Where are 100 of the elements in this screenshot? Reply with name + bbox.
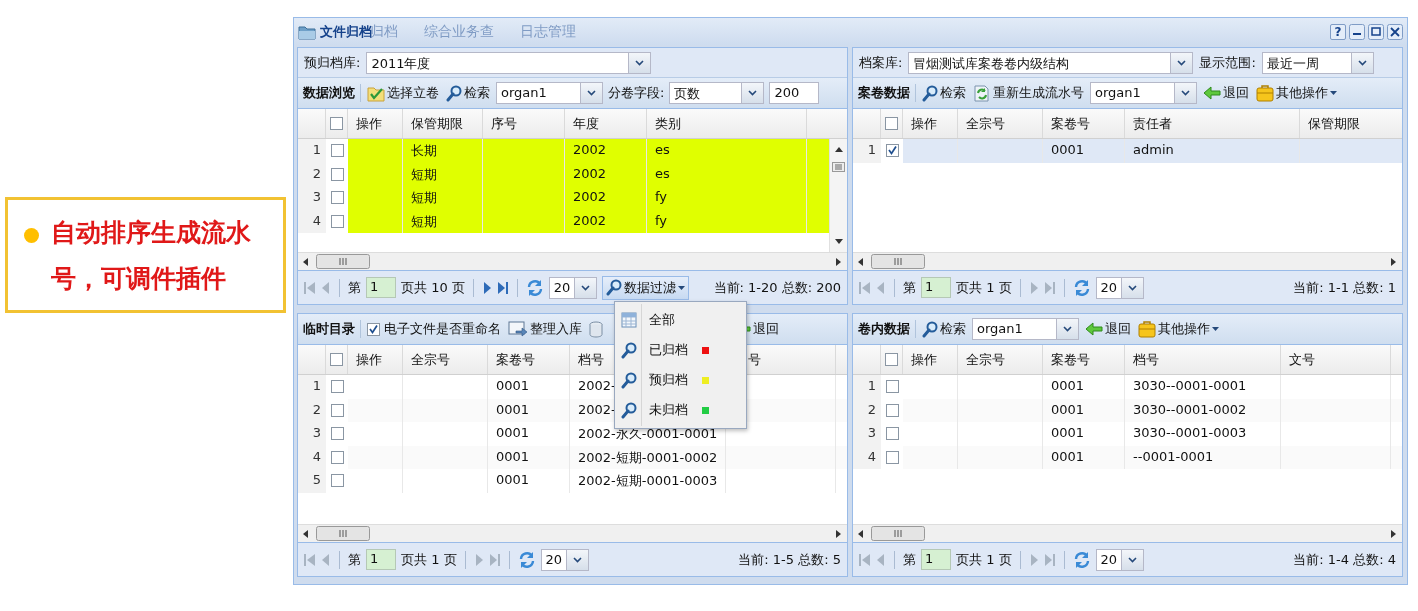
- dropdown-field[interactable]: 页数: [669, 82, 765, 104]
- select-all-checkbox[interactable]: [330, 117, 343, 130]
- scroll-left-icon[interactable]: [303, 257, 308, 266]
- scroll-right-icon[interactable]: [1391, 257, 1396, 266]
- table-row[interactable]: 1 0001 3030--0001-0001: [853, 375, 1402, 399]
- scroll-left-icon[interactable]: [858, 529, 863, 538]
- page-number-field[interactable]: 1: [921, 277, 951, 298]
- table-row[interactable]: 1 长期 2002 es: [298, 139, 829, 163]
- toolbar-button[interactable]: 选择立卷: [366, 82, 440, 104]
- row-checkbox[interactable]: [330, 191, 344, 205]
- dropdown-field[interactable]: organ1: [972, 318, 1079, 340]
- last-page-icon[interactable]: [496, 280, 509, 295]
- row-checkbox[interactable]: [330, 214, 344, 228]
- dropdown-field[interactable]: 2011年度: [366, 51, 652, 74]
- column-header[interactable]: 保管期限: [411, 116, 463, 131]
- scroll-thumb-icon[interactable]: [316, 254, 370, 269]
- refresh-icon[interactable]: [517, 550, 536, 569]
- first-page-icon[interactable]: [304, 280, 316, 295]
- filter-button[interactable]: 数据过滤: [601, 275, 689, 300]
- select-all-checkbox[interactable]: [330, 353, 343, 366]
- scroll-thumb-icon[interactable]: [316, 526, 370, 541]
- horizontal-scrollbar[interactable]: [853, 524, 1402, 542]
- previous-page-icon[interactable]: [321, 552, 331, 567]
- row-checkbox[interactable]: [330, 380, 344, 394]
- menu-item[interactable]: 全部: [615, 305, 746, 335]
- scroll-left-icon[interactable]: [303, 529, 308, 538]
- dropdown-field[interactable]: organ1: [496, 82, 603, 104]
- help-button[interactable]: ?: [1330, 23, 1346, 40]
- column-header[interactable]: 全宗号: [966, 116, 1005, 131]
- menu-item[interactable]: 已归档: [615, 335, 746, 365]
- column-header[interactable]: 操作: [356, 116, 382, 131]
- scroll-right-icon[interactable]: [836, 257, 841, 266]
- toolbar-button[interactable]: 整理入库: [507, 318, 583, 340]
- page-size-dropdown[interactable]: 20: [540, 548, 589, 571]
- column-header[interactable]: 责任者: [1133, 116, 1172, 131]
- select-all-checkbox[interactable]: [885, 353, 898, 366]
- row-checkbox[interactable]: [885, 144, 899, 158]
- column-header[interactable]: 类别: [655, 116, 681, 131]
- table-row[interactable]: 3 短期 2002 fy: [298, 186, 829, 210]
- scroll-thumb-icon[interactable]: [832, 162, 845, 172]
- column-header[interactable]: 操作: [356, 352, 382, 367]
- table-row[interactable]: 4 短期 2002 fy: [298, 209, 829, 233]
- row-checkbox[interactable]: [330, 427, 344, 441]
- dropdown-field[interactable]: 冒烟测试库案卷卷内级结构: [908, 51, 1194, 74]
- database-icon[interactable]: [589, 320, 603, 338]
- menu-button[interactable]: 其他操作: [1255, 82, 1338, 104]
- table-row[interactable]: 1 0001 admin: [853, 139, 1402, 163]
- maximize-icon[interactable]: [1368, 23, 1384, 40]
- row-checkbox[interactable]: [330, 474, 344, 488]
- row-checkbox[interactable]: [330, 450, 344, 464]
- previous-page-icon[interactable]: [876, 552, 886, 567]
- toolbar-button[interactable]: 退回: [1202, 82, 1250, 104]
- row-checkbox[interactable]: [885, 380, 899, 394]
- column-header[interactable]: 案卷号: [1051, 116, 1090, 131]
- previous-page-icon[interactable]: [876, 280, 886, 295]
- toolbar-button[interactable]: 检索: [445, 82, 491, 104]
- row-checkbox[interactable]: [330, 403, 344, 417]
- next-page-icon[interactable]: [481, 280, 492, 295]
- first-page-icon[interactable]: [859, 552, 871, 567]
- table-row[interactable]: 4 0001 --0001-0001: [853, 445, 1402, 469]
- page-size-dropdown[interactable]: 20: [548, 276, 597, 299]
- column-header[interactable]: 全宗号: [966, 352, 1005, 367]
- refresh-icon[interactable]: [1072, 278, 1091, 297]
- page-size-dropdown[interactable]: 20: [1095, 548, 1144, 571]
- table-row[interactable]: 5 0001 2002-短期-0001-0003: [298, 469, 847, 493]
- first-page-icon[interactable]: [304, 552, 316, 567]
- column-header[interactable]: 案卷号: [496, 352, 535, 367]
- row-checkbox[interactable]: [330, 167, 344, 181]
- select-all-checkbox[interactable]: [885, 117, 898, 130]
- vertical-scrollbar[interactable]: [829, 139, 847, 252]
- scroll-thumb-icon[interactable]: [871, 254, 925, 269]
- toolbar-button[interactable]: 重新生成流水号: [972, 82, 1085, 104]
- table-row[interactable]: 2 0001 3030--0001-0002: [853, 398, 1402, 422]
- column-header[interactable]: 文号: [1289, 352, 1315, 367]
- toolbar-button[interactable]: 检索: [921, 82, 967, 104]
- horizontal-scrollbar[interactable]: [853, 252, 1402, 270]
- page-number-field[interactable]: 1: [366, 277, 396, 298]
- scroll-right-icon[interactable]: [1391, 529, 1396, 538]
- checkbox[interactable]: [367, 322, 380, 336]
- input-field[interactable]: 200: [769, 82, 820, 104]
- table-row[interactable]: 3 0001 3030--0001-0003: [853, 422, 1402, 446]
- column-header[interactable]: 号: [748, 352, 761, 367]
- column-header[interactable]: 操作: [911, 352, 937, 367]
- row-checkbox[interactable]: [885, 403, 899, 417]
- column-header[interactable]: 操作: [911, 116, 937, 131]
- dropdown-field[interactable]: 最近一周: [1261, 51, 1374, 74]
- row-checkbox[interactable]: [885, 450, 899, 464]
- minimize-icon[interactable]: [1349, 23, 1365, 40]
- refresh-icon[interactable]: [1072, 550, 1091, 569]
- column-header[interactable]: 全宗号: [411, 352, 450, 367]
- row-checkbox[interactable]: [330, 144, 344, 158]
- dropdown-field[interactable]: organ1: [1090, 82, 1197, 104]
- previous-page-icon[interactable]: [321, 280, 331, 295]
- page-size-dropdown[interactable]: 20: [1095, 276, 1144, 299]
- scroll-thumb-icon[interactable]: [871, 526, 925, 541]
- column-header[interactable]: 保管期限: [1308, 116, 1360, 131]
- table-row[interactable]: 4 0001 2002-短期-0001-0002: [298, 445, 847, 469]
- horizontal-scrollbar[interactable]: [298, 524, 847, 542]
- scroll-left-icon[interactable]: [858, 257, 863, 266]
- column-header[interactable]: 案卷号: [1051, 352, 1090, 367]
